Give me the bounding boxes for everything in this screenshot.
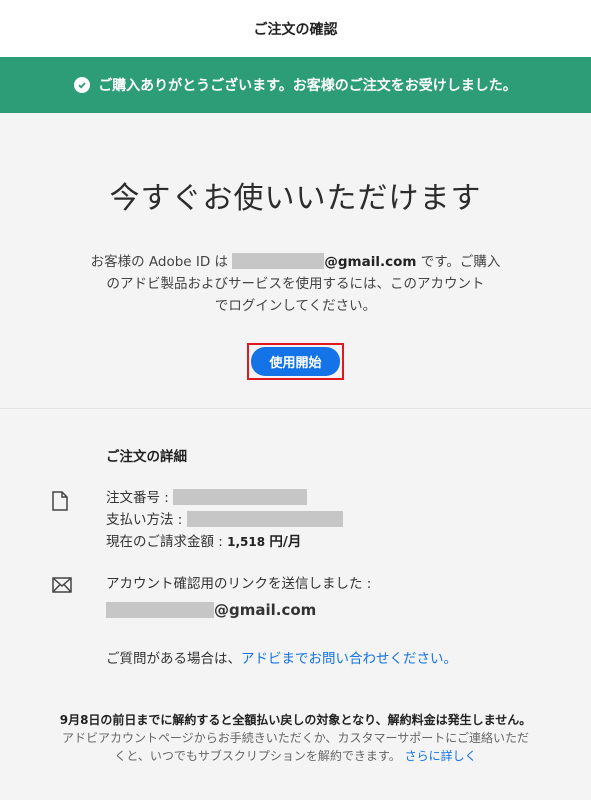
success-banner: ご購入ありがとうございます。お客様のご注文をお受けしました。 [0, 57, 591, 113]
redacted-payment-method [186, 511, 343, 527]
contact-prompt: ご質問がある場合は、アドビまでお問い合わせください。 [106, 651, 457, 667]
order-info: 注文番号 : 支払い方法 : 現在のご請求金額 : 1,518 円/月 [52, 487, 591, 553]
hero-heading: 今すぐお使いいただけます [109, 181, 482, 216]
page-header: ご注文の確認 [0, 0, 591, 57]
start-using-button[interactable]: 使用開始 [251, 347, 340, 376]
learn-more-link[interactable]: さらに詳しく [405, 749, 477, 763]
email-info: アカウント確認用のリンクを送信しました : @gmail.com [52, 573, 591, 621]
order-details-title: ご注文の詳細 [106, 449, 187, 465]
check-circle-icon [74, 77, 91, 93]
contact-adobe-link[interactable]: アドビまでお問い合わせください。 [241, 651, 457, 667]
hero-section: 今すぐお使いいただけます お客様の Adobe ID は @gmail.com … [0, 113, 591, 380]
order-details: ご注文の詳細 注文番号 : 支払い方法 : 現在のご請求金額 : 1,518 円… [0, 409, 591, 667]
cancellation-notice: 9月8日の前日までに解約すると全額払い戻しの対象となり、解約料金は発生しません。… [59, 713, 532, 763]
redacted-email [232, 253, 325, 269]
hero-description: お客様の Adobe ID は @gmail.com です。ご購入 のアドビ製品… [90, 253, 501, 314]
redacted-email [106, 602, 214, 618]
banner-message: ご購入ありがとうございます。お客様のご注文をお受けしました。 [98, 78, 517, 94]
redacted-order-number [173, 489, 308, 505]
sent-email: @gmail.com [106, 599, 591, 621]
document-icon [52, 491, 68, 518]
mail-icon [52, 577, 72, 600]
page-title: ご注文の確認 [253, 21, 338, 38]
start-button-highlight: 使用開始 [247, 343, 344, 380]
